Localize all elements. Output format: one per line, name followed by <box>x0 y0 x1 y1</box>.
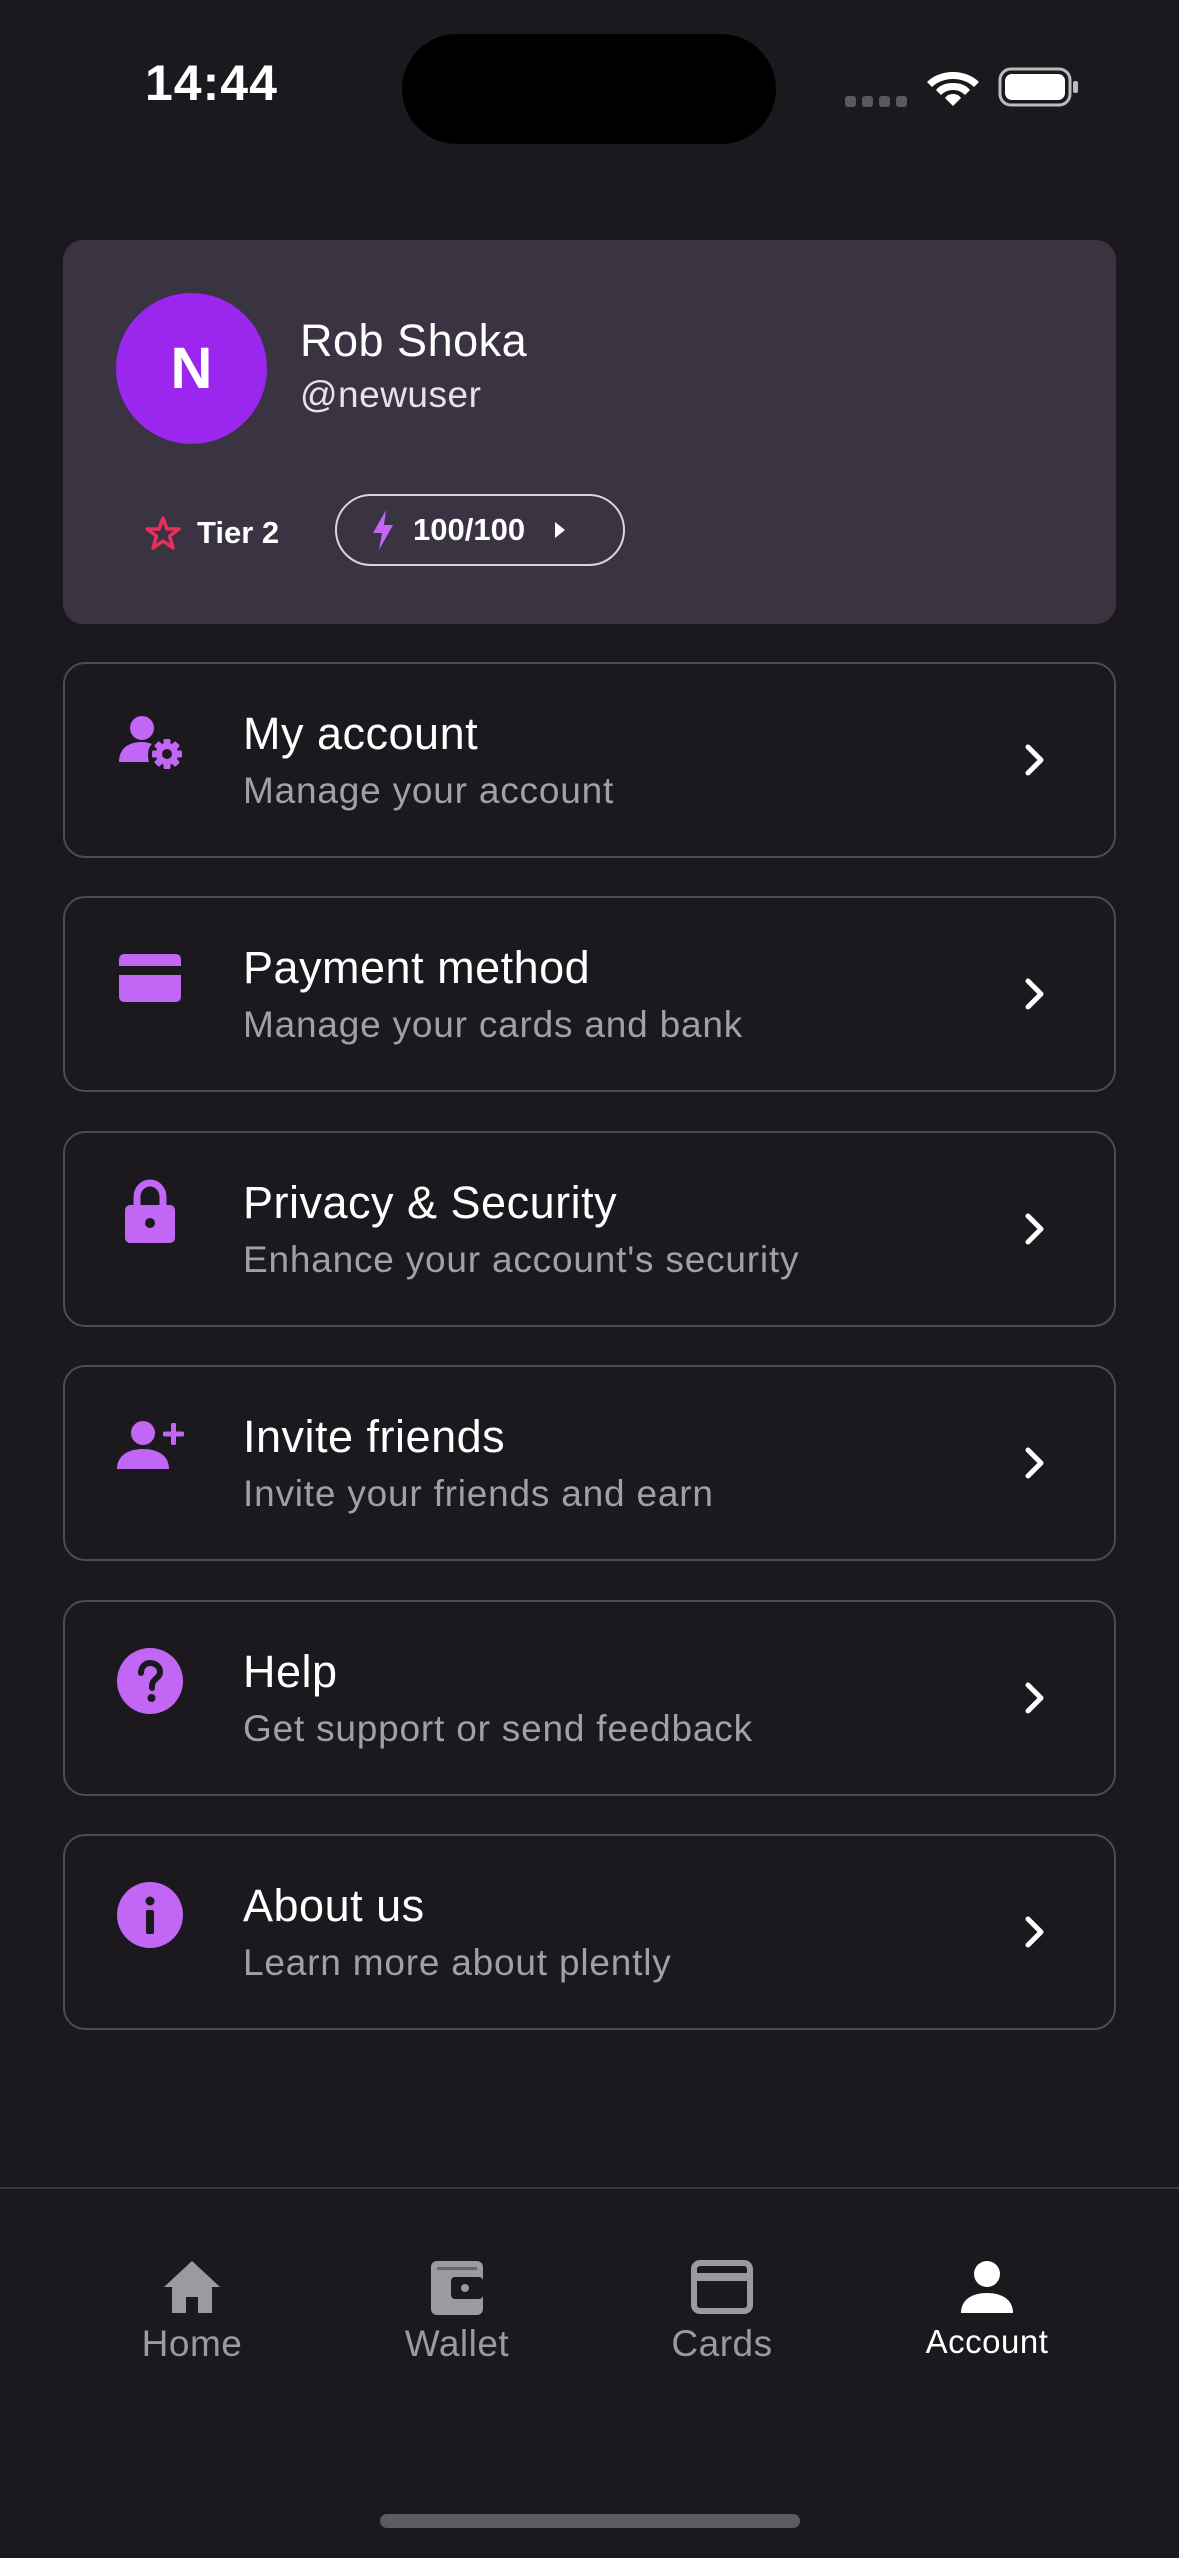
menu-title: Privacy & Security <box>243 1177 618 1228</box>
nav-item-home[interactable]: Home <box>92 2259 292 2365</box>
energy-value: 100/100 <box>413 512 526 547</box>
chevron-right-icon <box>1025 978 1044 1010</box>
profile-handle: @newuser <box>300 374 482 415</box>
user-plus-icon <box>115 1411 185 1481</box>
nav-label: Wallet <box>404 2323 510 2364</box>
person-icon <box>961 2261 1013 2313</box>
bottom-nav: Home Wallet Cards Account <box>0 2187 1179 2558</box>
profile-name: Rob Shoka <box>300 315 528 366</box>
tier-badge: Tier 2 <box>145 510 279 556</box>
menu-item-invite-friends[interactable]: Invite friends Invite your friends and e… <box>63 1365 1116 1561</box>
nav-label: Home <box>141 2323 243 2364</box>
menu-subtitle: Manage your account <box>243 770 615 811</box>
menu-subtitle: Get support or send feedback <box>243 1708 753 1749</box>
help-circle-icon <box>115 1646 185 1716</box>
chevron-right-icon <box>1025 744 1044 776</box>
menu-subtitle: Invite your friends and earn <box>243 1473 714 1514</box>
status-time: 14:44 <box>145 55 278 111</box>
menu-item-about-us[interactable]: About us Learn more about plently <box>63 1834 1116 2030</box>
nav-item-cards[interactable]: Cards <box>622 2259 822 2365</box>
menu-item-payment-method[interactable]: Payment method Manage your cards and ban… <box>63 896 1116 1092</box>
menu-title: Help <box>243 1646 338 1697</box>
menu-title: Payment method <box>243 942 591 993</box>
menu-subtitle: Manage your cards and bank <box>243 1004 744 1045</box>
lock-icon <box>115 1177 185 1247</box>
star-icon <box>145 515 181 551</box>
menu-title: About us <box>243 1880 425 1931</box>
cellular-signal-icon <box>845 96 907 107</box>
nav-item-wallet[interactable]: Wallet <box>357 2259 557 2365</box>
menu-item-help[interactable]: Help Get support or send feedback <box>63 1600 1116 1796</box>
menu-item-privacy-security[interactable]: Privacy & Security Enhance your account'… <box>63 1131 1116 1327</box>
menu-title: My account <box>243 708 479 759</box>
card-icon <box>691 2260 753 2314</box>
battery-icon <box>998 67 1078 107</box>
menu-subtitle: Enhance your account's security <box>243 1239 800 1280</box>
chevron-right-icon <box>1025 1447 1044 1479</box>
home-icon <box>164 2261 220 2313</box>
wallet-icon <box>431 2261 483 2315</box>
chevron-right-icon <box>1025 1916 1044 1948</box>
credit-card-icon <box>115 942 185 1012</box>
status-bar: 14:44 <box>0 0 1179 170</box>
chevron-right-icon <box>1025 1682 1044 1714</box>
tier-label: Tier 2 <box>197 515 280 550</box>
lightning-icon <box>373 510 393 550</box>
avatar[interactable]: N <box>116 293 267 444</box>
nav-label: Cards <box>671 2323 773 2364</box>
nav-item-account[interactable]: Account <box>887 2259 1087 2361</box>
menu-title: Invite friends <box>243 1411 506 1462</box>
user-gear-icon <box>115 708 185 778</box>
caret-right-icon <box>555 522 566 538</box>
home-indicator <box>380 2514 800 2528</box>
info-circle-icon <box>115 1880 185 1950</box>
menu-subtitle: Learn more about plently <box>243 1942 672 1983</box>
nav-label: Account <box>925 2323 1049 2360</box>
profile-card: N Rob Shoka @newuser Tier 2 100/100 <box>63 240 1116 624</box>
energy-pill-button[interactable]: 100/100 <box>335 494 625 566</box>
wifi-icon <box>927 72 979 106</box>
dynamic-island <box>402 34 776 144</box>
menu-item-my-account[interactable]: My account Manage your account <box>63 662 1116 858</box>
chevron-right-icon <box>1025 1213 1044 1245</box>
